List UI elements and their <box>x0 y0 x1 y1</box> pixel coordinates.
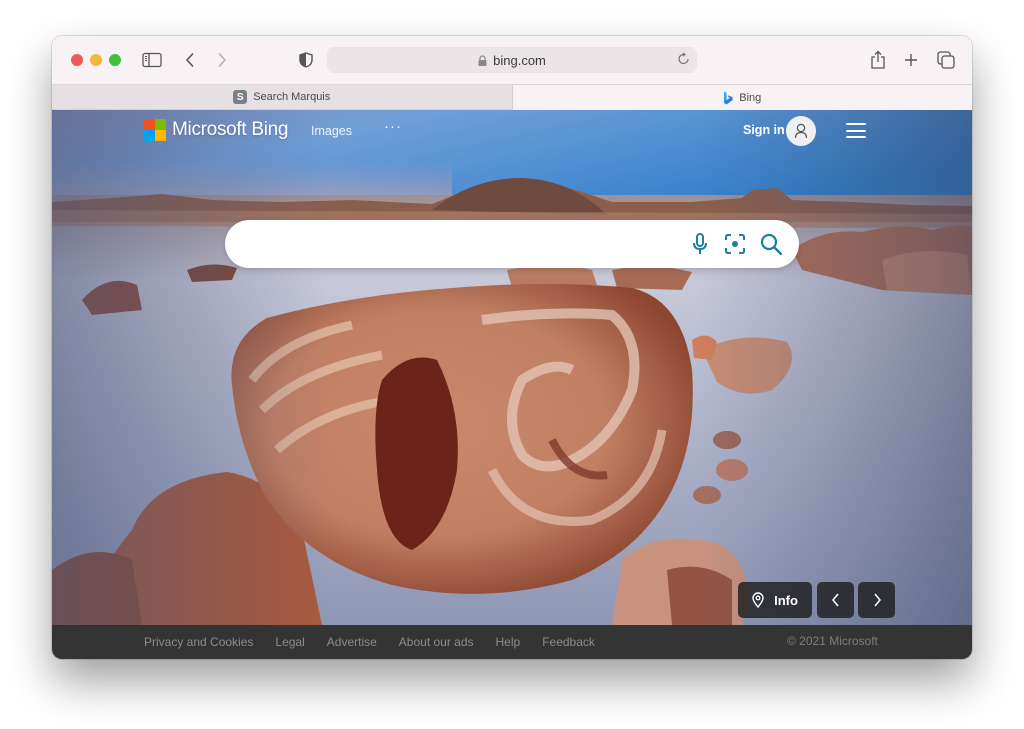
search-input[interactable] <box>247 232 677 256</box>
tab-bar: S Search Marquis Bing <box>52 84 972 110</box>
search-marquis-favicon: S <box>233 90 248 104</box>
tab-search-marquis[interactable]: S Search Marquis <box>52 85 513 110</box>
search-icon[interactable] <box>759 232 783 256</box>
location-pin-icon <box>752 592 764 608</box>
share-button[interactable] <box>866 48 890 72</box>
sign-in-link[interactable]: Sign in <box>743 123 785 137</box>
chevron-left-icon <box>186 53 194 67</box>
menu-line <box>846 136 866 138</box>
chevron-right-icon <box>218 53 226 67</box>
hamburger-menu-button[interactable] <box>846 123 866 138</box>
nav-images-link[interactable]: Images <box>311 124 352 138</box>
chevron-left-icon <box>831 593 839 607</box>
more-menu-button[interactable]: ··· <box>384 118 402 135</box>
sidebar-icon <box>142 52 162 68</box>
lock-icon <box>478 54 487 66</box>
address-url: bing.com <box>493 52 546 68</box>
footer-link-about-ads[interactable]: About our ads <box>399 635 474 649</box>
logo-square <box>155 130 166 141</box>
minimize-window-button[interactable] <box>90 54 102 66</box>
footer-links: Privacy and Cookies Legal Advertise Abou… <box>144 635 617 649</box>
footer-link-help[interactable]: Help <box>496 635 521 649</box>
avatar[interactable] <box>786 116 816 146</box>
chevron-right-icon <box>873 593 881 607</box>
sidebar-toggle-button[interactable] <box>140 48 164 72</box>
microsoft-logo-icon <box>144 119 166 141</box>
next-image-button[interactable] <box>858 582 895 618</box>
image-info-button[interactable]: Info <box>738 582 812 618</box>
maximize-window-button[interactable] <box>109 54 121 66</box>
address-bar[interactable]: bing.com <box>327 47 697 73</box>
menu-line <box>846 123 866 125</box>
browser-toolbar: bing.com <box>52 36 972 84</box>
bing-homepage: Microsoft Bing Images ··· Sign in Info P… <box>52 110 972 659</box>
share-icon <box>871 50 885 69</box>
desert-landscape-image <box>52 110 972 625</box>
plus-icon <box>905 54 917 66</box>
new-tab-button[interactable] <box>899 48 923 72</box>
browser-window: bing.com S Search Marquis Bing Microsoft… <box>52 36 972 659</box>
footer-link-privacy[interactable]: Privacy and Cookies <box>144 635 253 649</box>
brand-name: Microsoft Bing <box>172 119 289 140</box>
footer-link-legal[interactable]: Legal <box>275 635 304 649</box>
logo-square <box>144 119 155 130</box>
tabs-icon <box>937 51 955 69</box>
microsoft-bing-logo[interactable]: Microsoft Bing <box>144 119 288 141</box>
logo-square <box>144 130 155 141</box>
copyright-text: © 2021 Microsoft <box>787 634 878 648</box>
visual-search-icon[interactable] <box>723 232 747 256</box>
page-footer: Privacy and Cookies Legal Advertise Abou… <box>52 625 972 659</box>
reload-icon[interactable] <box>677 52 691 69</box>
menu-line <box>846 129 866 132</box>
bing-favicon-icon <box>723 91 733 105</box>
background-image: Microsoft Bing Images ··· Sign in Info <box>52 110 972 625</box>
footer-link-advertise[interactable]: Advertise <box>327 635 377 649</box>
logo-square <box>155 119 166 130</box>
close-window-button[interactable] <box>71 54 83 66</box>
tab-label: Bing <box>739 91 762 104</box>
user-icon <box>794 123 808 139</box>
tab-bing[interactable]: Bing <box>512 85 972 110</box>
info-label: Info <box>774 592 798 608</box>
forward-button[interactable] <box>210 48 234 72</box>
footer-link-feedback[interactable]: Feedback <box>542 635 595 649</box>
microphone-icon[interactable] <box>688 232 712 256</box>
back-button[interactable] <box>178 48 202 72</box>
search-box <box>225 220 799 268</box>
privacy-report-button[interactable] <box>294 48 318 72</box>
shield-icon <box>299 52 313 68</box>
tab-label: Search Marquis <box>253 91 331 103</box>
previous-image-button[interactable] <box>817 582 854 618</box>
tab-overview-button[interactable] <box>934 48 958 72</box>
